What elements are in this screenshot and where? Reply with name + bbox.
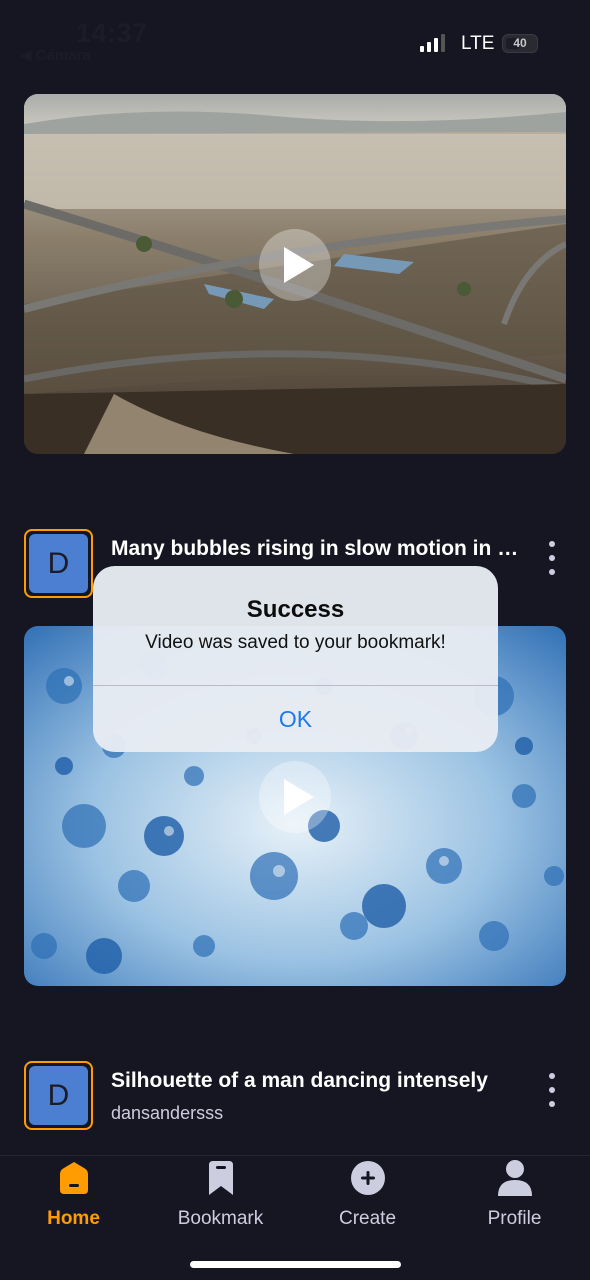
alert-title: Success [246, 596, 345, 623]
play-icon [284, 247, 314, 283]
battery-icon: 40 [502, 34, 538, 53]
profile-icon [497, 1160, 532, 1196]
avatar[interactable]: D [24, 1061, 93, 1130]
tab-create-label: Create [338, 1208, 397, 1229]
alert-ok-button[interactable]: OK [93, 686, 498, 752]
tab-profile-label: Profile [487, 1208, 542, 1229]
play-icon [284, 779, 314, 815]
tab-home[interactable]: Home [0, 1156, 147, 1251]
video-author: dansandersss [111, 1103, 224, 1123]
tab-create[interactable]: Create [294, 1156, 441, 1251]
alert-message: Video was saved to your bookmark! [145, 632, 446, 653]
more-options-icon[interactable] [546, 541, 558, 575]
tab-profile[interactable]: Profile [441, 1156, 588, 1251]
avatar-initial: D [29, 534, 88, 593]
tab-home-label: Home [47, 1208, 100, 1229]
video-title: Many bubbles rising in slow motion in wa… [111, 537, 523, 560]
home-indicator[interactable] [190, 1261, 401, 1268]
back-to-camera-link[interactable]: ◀ Cámara [20, 46, 91, 64]
tab-bookmark[interactable]: Bookmark [147, 1156, 294, 1251]
tab-bookmark-label: Bookmark [177, 1208, 264, 1229]
play-button[interactable] [259, 761, 331, 833]
more-options-icon[interactable] [546, 1073, 558, 1107]
signal-icon [420, 34, 446, 52]
video-title: Silhouette of a man dancing intensely [111, 1069, 488, 1092]
video-post-header: D Silhouette of a man dancing intensely … [24, 1061, 566, 1131]
play-button[interactable] [259, 229, 331, 301]
avatar[interactable]: D [24, 529, 93, 598]
battery-level: 40 [513, 36, 527, 50]
avatar-initial: D [29, 1066, 88, 1125]
plus-icon [350, 1161, 385, 1195]
success-alert-dialog: Success Video was saved to your bookmark… [93, 566, 498, 752]
video-thumbnail[interactable] [24, 94, 566, 454]
network-type: LTE [461, 33, 495, 54]
status-bar: 14:37 ◀ Cámara LTE 40 [0, 0, 590, 80]
status-time: 14:37 [76, 18, 148, 48]
home-icon [59, 1162, 88, 1194]
bookmark-icon [208, 1161, 233, 1195]
